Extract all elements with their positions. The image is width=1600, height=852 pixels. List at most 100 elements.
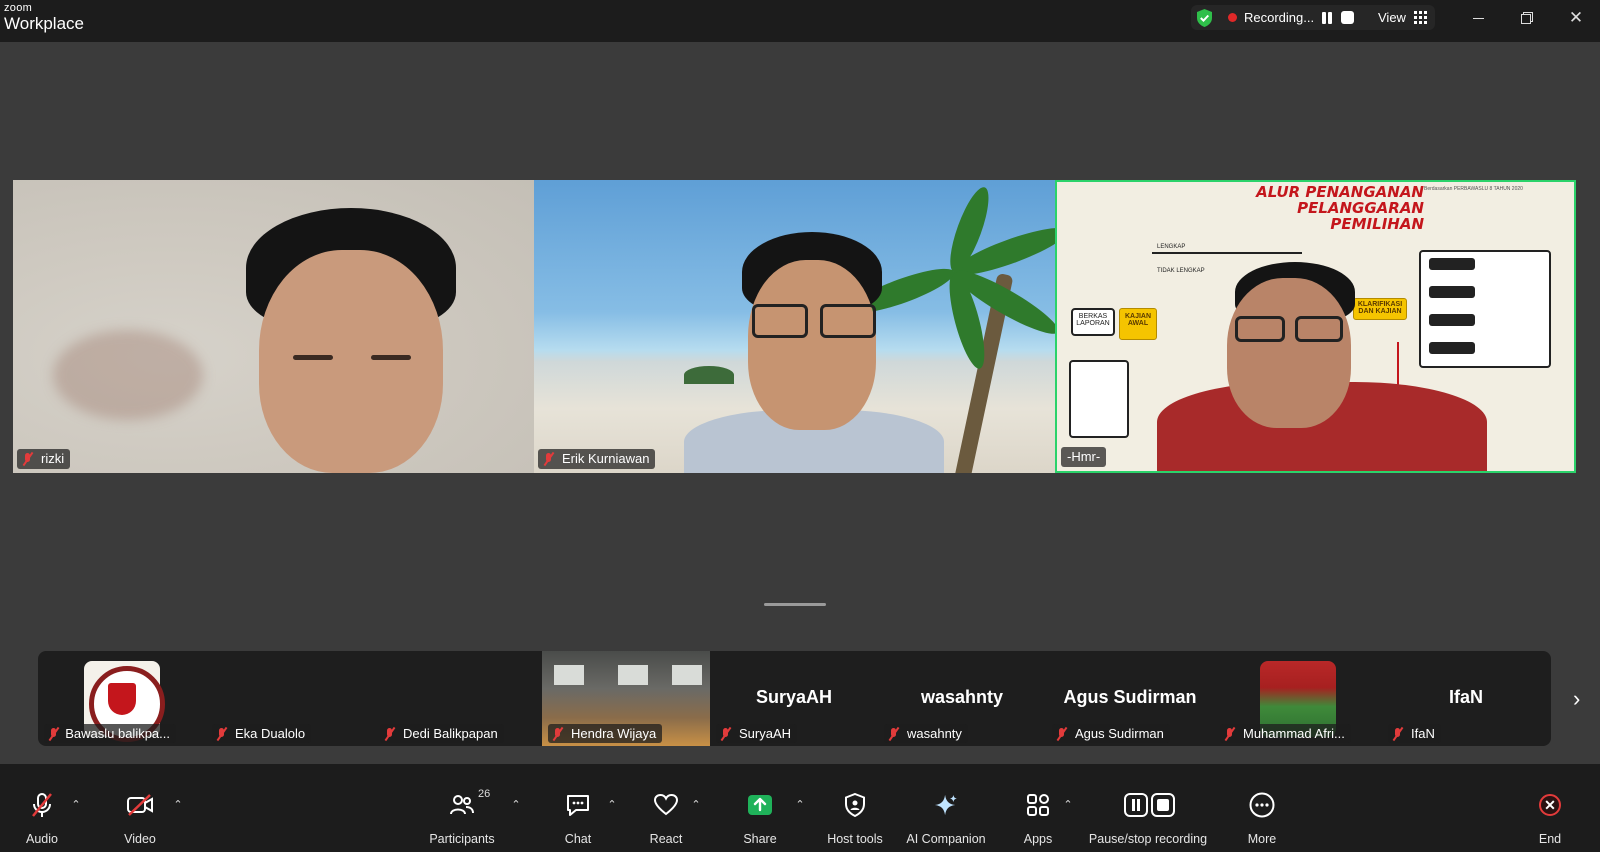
window-light: [554, 665, 584, 685]
participants-options-caret-icon[interactable]: ⌃: [510, 799, 522, 811]
minimize-button[interactable]: [1465, 7, 1493, 29]
flow-label-tidak-lengkap: TIDAK LENGKAP: [1157, 268, 1205, 274]
view-button[interactable]: View: [1378, 10, 1406, 25]
name-tag: SuryaAH: [716, 724, 798, 743]
muted-mic-icon: [719, 727, 733, 741]
muted-mic-icon: [1391, 727, 1405, 741]
video-tile-rizki[interactable]: rizki: [13, 180, 534, 473]
window-light: [672, 665, 702, 685]
muted-mic-icon: [887, 727, 901, 741]
chat-label: Chat: [564, 832, 592, 846]
name-tag: Erik Kurniawan: [538, 449, 656, 469]
participant-thumb[interactable]: Bawaslu balikpa...: [38, 651, 206, 746]
muted-mic-icon: [47, 727, 59, 741]
flow-line: [1152, 252, 1302, 254]
resize-handle[interactable]: [764, 603, 826, 606]
share-options-caret-icon[interactable]: ⌃: [794, 799, 806, 811]
apps-button[interactable]: Apps: [1012, 764, 1064, 852]
participant-thumb[interactable]: wasahnty wasahnty: [878, 651, 1046, 746]
window-light: [618, 665, 648, 685]
close-window-button[interactable]: ✕: [1562, 7, 1590, 29]
participant-name: Agus Sudirman: [1075, 726, 1164, 741]
apps-icon: [1025, 792, 1051, 818]
chevron-right-icon[interactable]: ›: [1573, 688, 1593, 710]
chat-options-caret-icon[interactable]: ⌃: [606, 799, 618, 811]
participant-thumb[interactable]: IfaN IfaN: [1382, 651, 1550, 746]
participant-name: -Hmr-: [1067, 449, 1101, 464]
restore-button[interactable]: [1513, 7, 1541, 29]
participant-name: Dedi Balikpapan: [403, 726, 498, 741]
flow-outcome: [1429, 286, 1475, 298]
participant-name: rizki: [41, 451, 65, 466]
shield-icon: [843, 792, 867, 818]
pause-stop-recording-label: Pause/stop recording: [1088, 832, 1208, 846]
participant-thumb[interactable]: Agus Sudirman Agus Sudirman: [1046, 651, 1214, 746]
mic-muted-icon: [30, 792, 54, 818]
glasses: [1295, 316, 1343, 342]
slide-title: ALUR PENANGANAN PELANGGARAN PEMILIHAN: [1256, 183, 1424, 233]
brand-small: zoom: [4, 2, 33, 14]
participant-thumb[interactable]: Dedi Balikpapan: [374, 651, 542, 746]
participant-thumb[interactable]: Eka Dualolo: [206, 651, 374, 746]
apps-label: Apps: [1023, 832, 1053, 846]
more-label: More: [1247, 832, 1277, 846]
end-icon-wrap: ✕: [1539, 792, 1561, 818]
share-button[interactable]: Share: [734, 764, 786, 852]
video-options-caret-icon[interactable]: ⌃: [172, 799, 184, 811]
zoom-logo: zoom Workplace: [4, 2, 84, 33]
participant-name: wasahnty: [907, 726, 962, 741]
title-bar: zoom Workplace Recording... View ✕: [0, 0, 1600, 42]
muted-mic-icon: [383, 727, 397, 741]
sparkle-icon: [934, 792, 958, 818]
muted-mic-icon: [215, 727, 229, 741]
host-tools-label: Host tools: [827, 832, 883, 846]
recording-pause-icon[interactable]: [1320, 11, 1334, 25]
ai-companion-button[interactable]: AI Companion: [898, 764, 994, 852]
meeting-toolbar: Audio ⌃ Video ⌃ 26 Participants ⌃ Chat ⌃…: [0, 764, 1600, 852]
recording-stop-icon[interactable]: [1341, 11, 1354, 24]
name-tag: Muhammad Afri...: [1220, 724, 1351, 743]
pause-stop-recording-button[interactable]: Pause/stop recording: [1086, 764, 1210, 852]
person-face: [1227, 278, 1351, 428]
more-icon: [1249, 792, 1275, 818]
participant-name: Muhammad Afri...: [1243, 726, 1345, 741]
participants-count: 26: [478, 788, 491, 800]
muted-mic-icon: [1055, 727, 1069, 741]
participant-name: IfaN: [1411, 726, 1435, 741]
participant-thumb[interactable]: Hendra Wijaya: [542, 651, 710, 746]
participant-name: Eka Dualolo: [235, 726, 306, 741]
react-options-caret-icon[interactable]: ⌃: [690, 799, 702, 811]
participant-thumb[interactable]: SuryaAH SuryaAH: [710, 651, 878, 746]
react-label: React: [649, 832, 683, 846]
video-button[interactable]: Video: [114, 764, 166, 852]
name-tag: Agus Sudirman: [1052, 724, 1170, 743]
apps-options-caret-icon[interactable]: ⌃: [1062, 799, 1074, 811]
end-call-icon: ✕: [1539, 794, 1561, 816]
name-tag: Hendra Wijaya: [548, 724, 663, 743]
audio-options-caret-icon[interactable]: ⌃: [70, 799, 82, 811]
host-tools-button[interactable]: Host tools: [818, 764, 892, 852]
end-button[interactable]: ✕ End: [1524, 764, 1576, 852]
participants-button[interactable]: 26 Participants: [420, 764, 504, 852]
recording-dot-icon: [1228, 13, 1237, 22]
video-tile-hmr[interactable]: ALUR PENANGANAN PELANGGARAN PEMILIHAN Be…: [1055, 180, 1576, 473]
react-button[interactable]: React: [640, 764, 692, 852]
background-stain: [53, 330, 203, 420]
participant-display-name: wasahnty: [920, 687, 1004, 707]
video-tile-erik-kurniawan[interactable]: Erik Kurniawan: [534, 180, 1055, 473]
flow-label-lengkap: LENGKAP: [1157, 244, 1186, 250]
ai-companion-label: AI Companion: [906, 832, 986, 846]
security-shield-icon[interactable]: [1196, 9, 1213, 27]
name-tag: rizki: [17, 449, 71, 469]
chat-button[interactable]: Chat: [552, 764, 604, 852]
audio-button[interactable]: Audio: [16, 764, 68, 852]
participant-thumb[interactable]: Muhammad Afri...: [1214, 651, 1382, 746]
view-grid-icon[interactable]: [1414, 11, 1427, 24]
flow-outcome: [1429, 342, 1475, 354]
slide-subtitle: Berdasarkan PERBAWASLU 8 TAHUN 2020: [1424, 186, 1523, 192]
name-tag: wasahnty: [884, 724, 968, 743]
person-face: [259, 250, 443, 473]
more-button[interactable]: More: [1236, 764, 1288, 852]
participant-name: Hendra Wijaya: [571, 726, 657, 741]
participant-strip: Bawaslu balikpa... Eka Dualolo Dedi Bali…: [38, 651, 1551, 746]
